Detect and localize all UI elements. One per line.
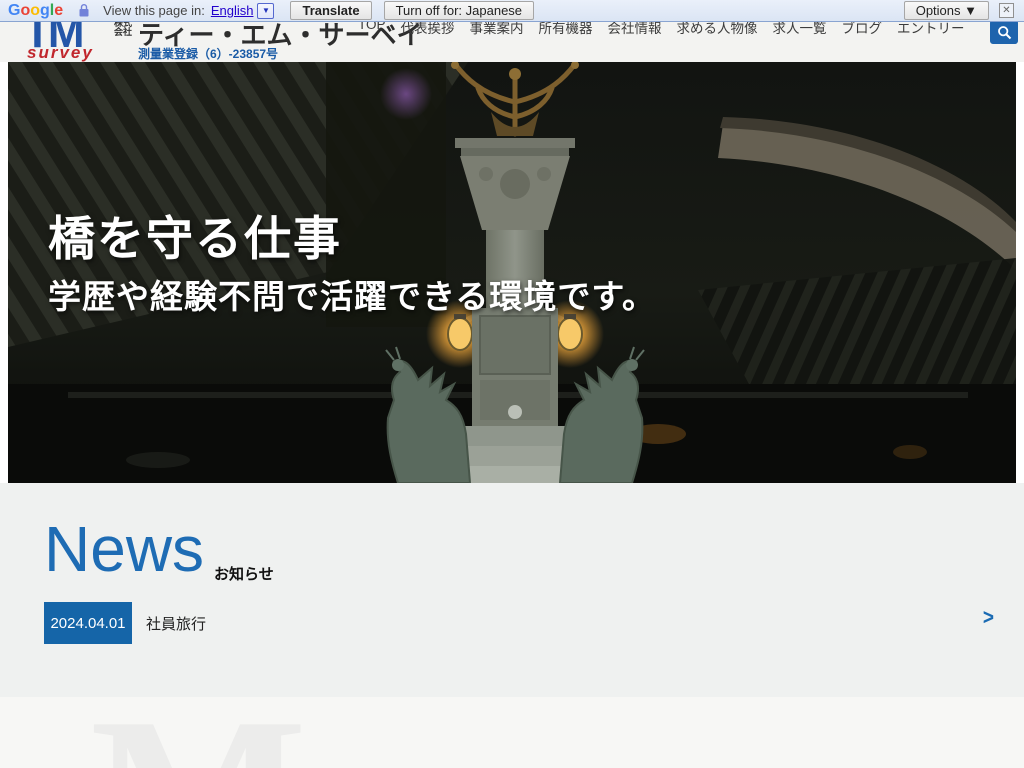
hero-section: 橋を守る仕事 学歴や経験不問で活躍できる環境です。 [8, 62, 1016, 483]
translate-button[interactable]: Translate [290, 1, 371, 20]
nav-item-ideal-candidate[interactable]: 求める人物像 [677, 22, 758, 37]
page: Google View this page in: English ▼ Tran… [0, 0, 1024, 768]
company-prefix: 株式会社 [114, 22, 136, 37]
search-icon [997, 25, 1012, 40]
news-row[interactable]: 2024.04.01 社員旅行 > [44, 602, 1002, 644]
news-heading: News [44, 517, 204, 581]
nav-item-entry[interactable]: エントリー [897, 22, 965, 37]
chevron-right-icon[interactable]: > [983, 606, 994, 631]
view-page-label: View this page in: [103, 3, 205, 18]
news-subheading: お知らせ [214, 563, 274, 584]
nav-item-company[interactable]: 会社情報 [608, 22, 662, 37]
turn-off-button[interactable]: Turn off for: Japanese [384, 1, 534, 20]
news-item-title: 社員旅行 [146, 613, 206, 634]
site-header: TM survey 株式会社 ティー・エム・サーベイ 測量業登録（6）-2385… [0, 22, 1024, 62]
close-icon[interactable]: ✕ [999, 3, 1014, 18]
language-link[interactable]: English [211, 3, 254, 18]
license-number: 測量業登録（6）-23857号 [138, 45, 278, 62]
hero-subtitle: 学歴や経験不問で活躍できる環境です。 [48, 270, 656, 318]
nav-item-top[interactable]: TOP [358, 22, 386, 37]
language-dropdown[interactable]: ▼ [257, 3, 274, 19]
logo-survey[interactable]: survey [27, 43, 94, 62]
options-button[interactable]: Options ▼ [904, 1, 989, 20]
nav-item-equipment[interactable]: 所有機器 [539, 22, 593, 37]
news-section: News お知らせ 2024.04.01 社員旅行 > [0, 483, 1024, 697]
google-translate-bar: Google View this page in: English ▼ Tran… [0, 0, 1024, 22]
nav-item-business[interactable]: 事業案内 [470, 22, 524, 37]
main-nav: TOP 代表挨拶 事業案内 所有機器 会社情報 求める人物像 求人一覧 ブログ … [358, 22, 965, 37]
news-date-badge: 2024.04.01 [44, 602, 132, 644]
search-button[interactable] [990, 22, 1018, 44]
hero-title: 橋を守る仕事 [48, 200, 342, 269]
lock-icon [79, 4, 89, 17]
watermark-letter: M [90, 697, 307, 768]
google-logo[interactable]: Google [8, 2, 63, 20]
footer-strip: M [0, 697, 1024, 768]
nav-item-blog[interactable]: ブログ [842, 22, 883, 37]
nav-item-greeting[interactable]: 代表挨拶 [401, 22, 455, 37]
nav-item-jobs[interactable]: 求人一覧 [773, 22, 827, 37]
